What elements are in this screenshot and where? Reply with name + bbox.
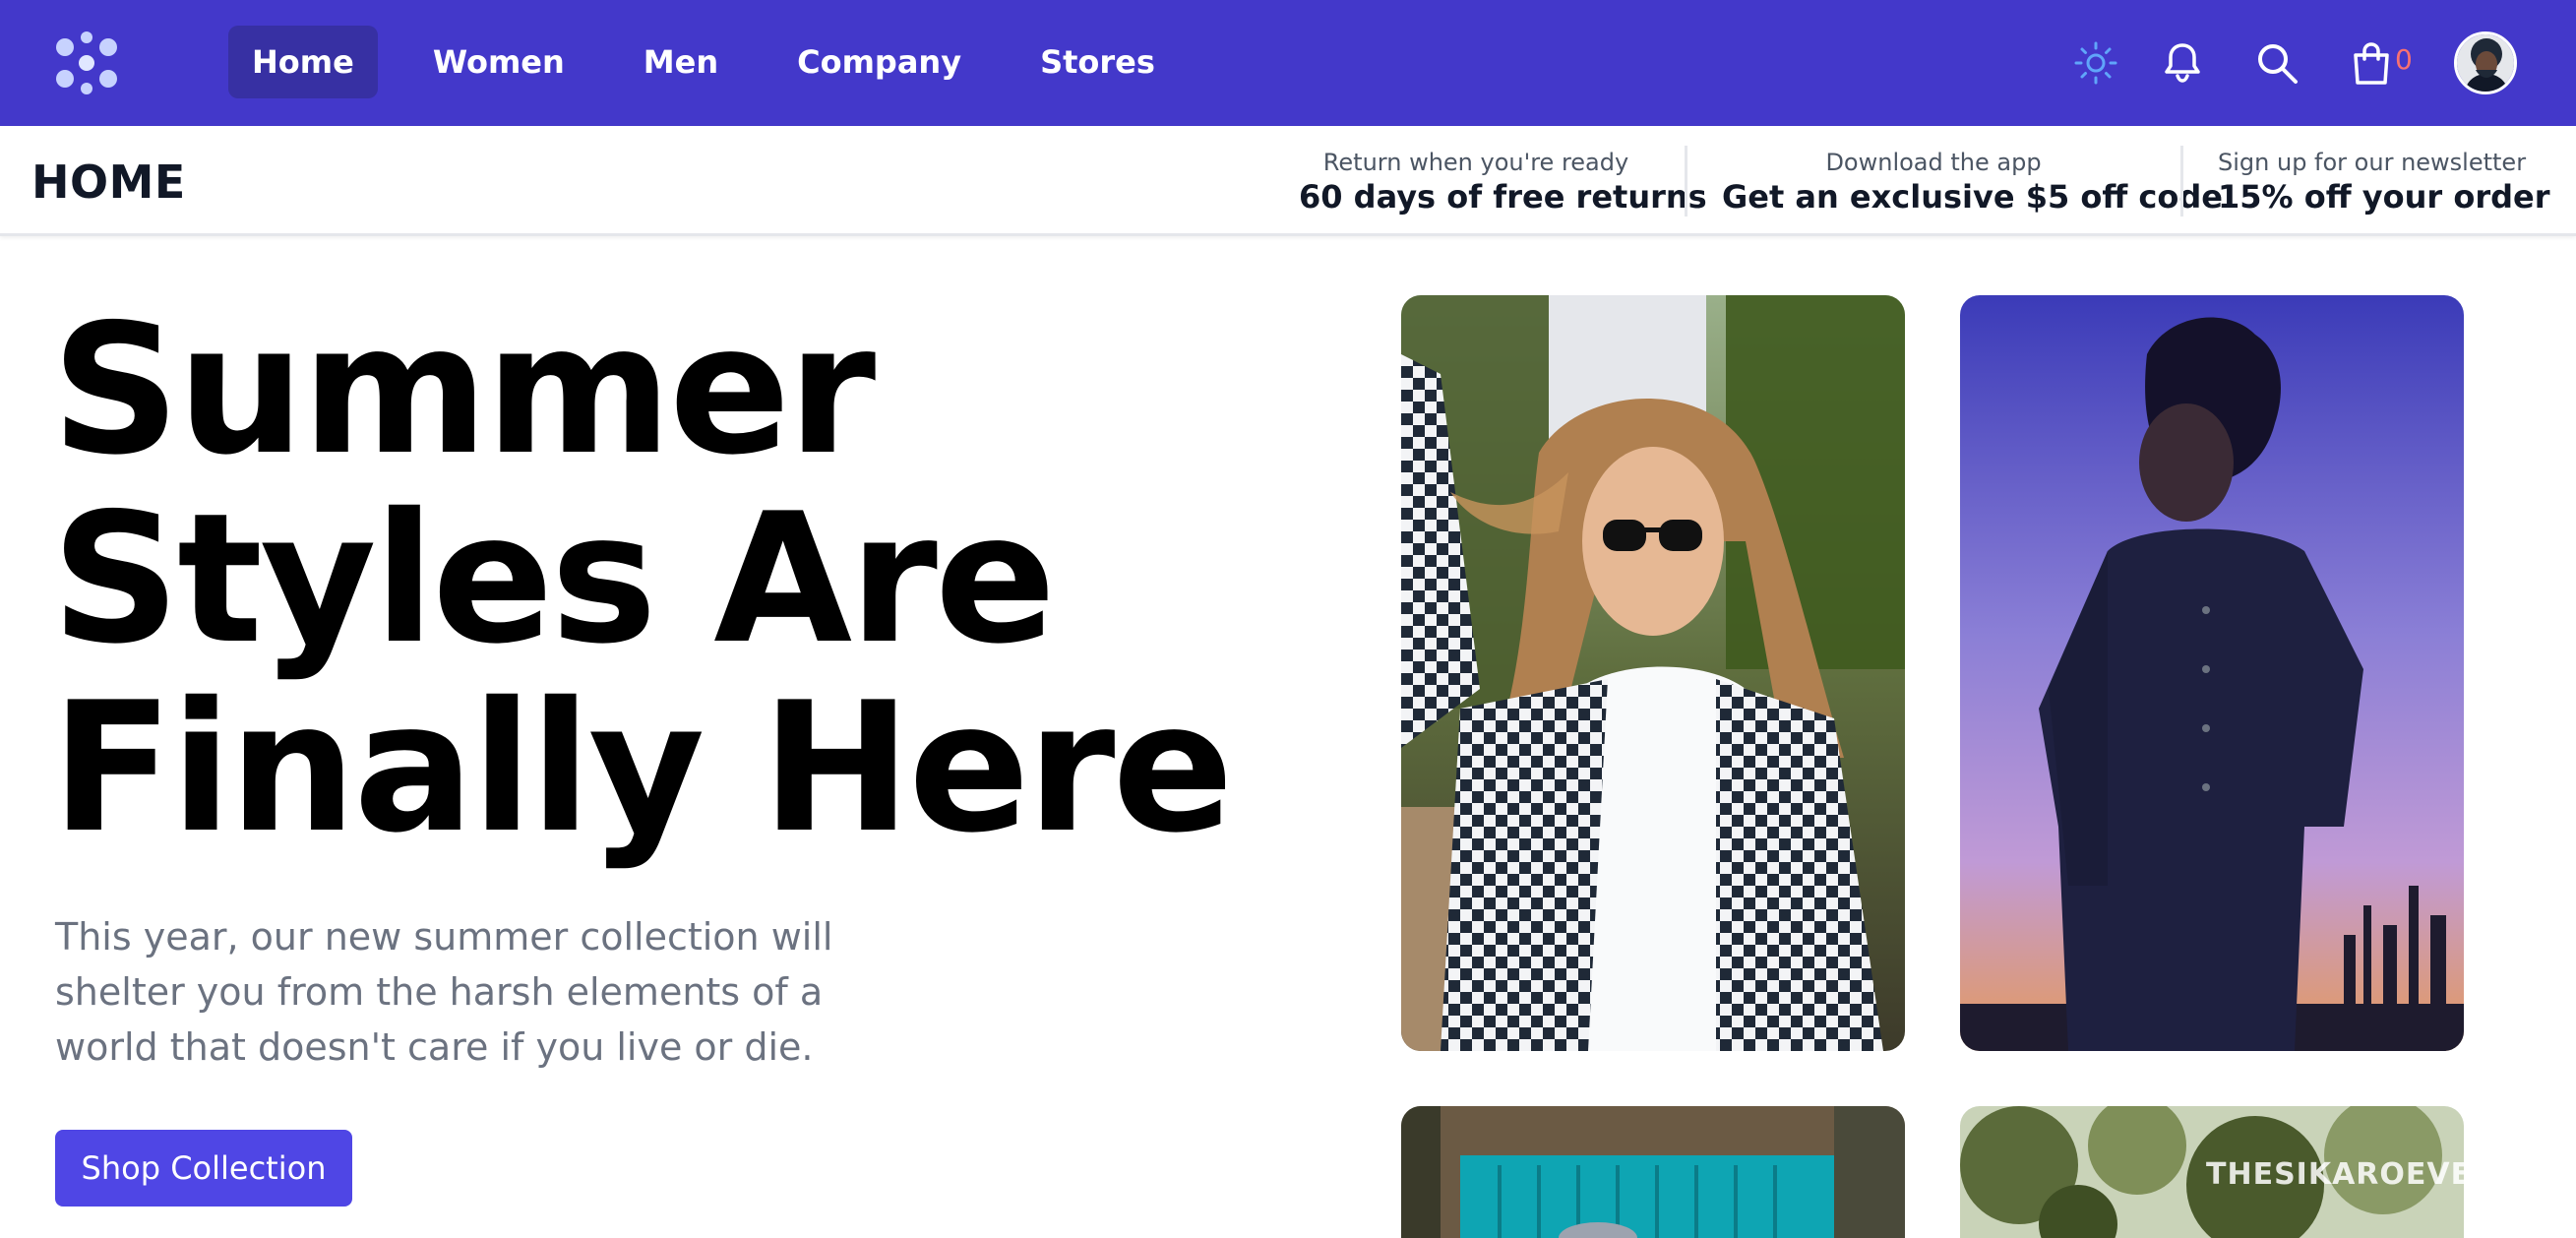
sun-icon[interactable] (2072, 39, 2119, 87)
woman-sunglasses-photo (1401, 295, 1905, 1051)
promo-returns[interactable]: Return when you're ready 60 days of free… (1299, 148, 1707, 217)
promo-app[interactable]: Download the app Get an exclusive $5 off… (1722, 148, 2223, 217)
cart-count-badge: 0 (2395, 43, 2413, 76)
promo-divider (1685, 146, 1687, 217)
promo-app-headline: Get an exclusive $5 off code (1722, 178, 2223, 216)
hero-title-line: Styles Are (51, 474, 1056, 683)
teal-door-photo (1401, 1106, 1905, 1238)
shopping-bag-icon[interactable] (2348, 39, 2395, 87)
promo-divider (2180, 146, 2183, 217)
top-navigation-bar: Home Women Men Company Stores 0 (0, 0, 2576, 126)
promo-newsletter[interactable]: Sign up for our newsletter 15% off your … (2218, 148, 2550, 217)
promo-returns-headline: 60 days of free returns (1299, 178, 1707, 216)
man-silhouette-photo (1960, 295, 2464, 1051)
main-nav-links: Home Women Men Company Stores (228, 26, 1210, 98)
promo-returns-caption: Return when you're ready (1322, 149, 1629, 176)
bell-icon[interactable] (2159, 39, 2206, 87)
search-icon[interactable] (2253, 39, 2300, 87)
watermark-text: THESIKAROEVENDRA (2206, 1157, 2571, 1192)
hero-description: This year, our new summer collection wil… (55, 915, 833, 1069)
hero-title-line: Finally Here (51, 663, 1234, 872)
page-title: HOME (31, 155, 186, 209)
brand-logo-icon[interactable] (51, 31, 122, 94)
nav-link-men[interactable]: Men (620, 26, 742, 98)
nav-link-company[interactable]: Company (773, 26, 985, 98)
sub-header: HOME Return when you're ready 60 days of… (0, 126, 2576, 236)
shop-collection-button[interactable]: Shop Collection (55, 1130, 352, 1207)
promo-newsletter-headline: 15% off your order (2218, 178, 2550, 216)
user-avatar[interactable] (2454, 31, 2517, 94)
promo-newsletter-caption: Sign up for our newsletter (2218, 149, 2527, 176)
nav-link-stores[interactable]: Stores (1016, 26, 1179, 98)
nav-link-home[interactable]: Home (228, 26, 378, 98)
promo-app-caption: Download the app (1825, 149, 2042, 176)
hero-title: Summer Styles Are Finally Here (51, 295, 1291, 862)
hero-title-line: Summer (51, 285, 876, 494)
nav-link-women[interactable]: Women (409, 26, 588, 98)
avatar-image (2457, 34, 2514, 92)
